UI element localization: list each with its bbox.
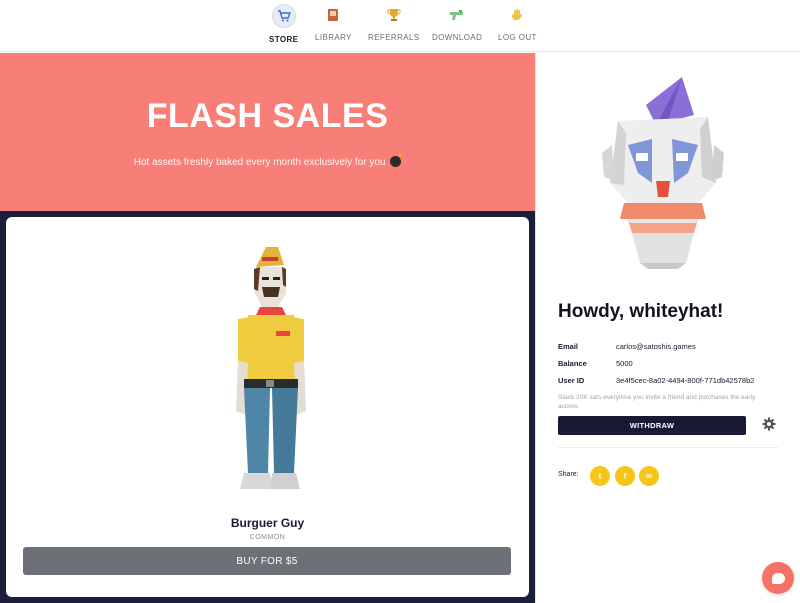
facebook-icon: f xyxy=(623,471,627,481)
nav-store[interactable]: STORE xyxy=(269,4,298,44)
cart-icon xyxy=(271,4,296,28)
nav-library-label: LIBRARY xyxy=(315,33,352,42)
product-name: Burguer Guy xyxy=(230,516,305,530)
nav-store-label: STORE xyxy=(269,35,299,44)
email-label: Email xyxy=(558,342,579,351)
banner-subtitle: Hot assets freshly baked every month exc… xyxy=(133,157,386,168)
nav-logout-label: LOG OUT xyxy=(498,33,537,42)
buy-button[interactable]: BUY FOR $5 xyxy=(23,547,511,575)
trophy-icon xyxy=(383,4,405,26)
balance-row: Balance 5000 xyxy=(558,359,633,368)
user-id-row: User ID 3e4f5cec-8a02-4494-800f-771db4257… xyxy=(558,376,754,385)
wave-hand-icon xyxy=(506,4,528,26)
nav-referrals[interactable]: REFERRALS xyxy=(368,4,420,42)
product-card[interactable]: Burguer Guy COMMON BUY FOR $5 xyxy=(6,217,529,597)
message-share-button[interactable]: ✉ xyxy=(639,466,659,486)
twitter-icon: t xyxy=(598,471,602,481)
top-navigation: STORE LIBRARY REFERRALS DOWNLOAD LOG OUT xyxy=(0,0,800,52)
balance-label: Balance xyxy=(558,359,587,368)
banner-subtitle-line: Hot assets freshly baked every month exc… xyxy=(0,154,535,168)
user-id-label: User ID xyxy=(558,376,585,385)
nav-referrals-label: REFERRALS xyxy=(368,33,420,42)
book-icon xyxy=(322,4,344,26)
page-title: FLASH SALES xyxy=(146,97,389,135)
referral-hint: Stack 20K sats everytime you invite a fr… xyxy=(558,394,756,410)
chat-bubble-icon xyxy=(771,572,785,584)
nav-logout[interactable]: LOG OUT xyxy=(498,4,537,42)
clown-mask-avatar-icon xyxy=(602,77,724,269)
greeting-heading: Howdy, whiteyhat! xyxy=(558,301,724,322)
bomb-icon xyxy=(390,154,403,167)
message-icon: ✉ xyxy=(645,471,653,481)
twitter-share-button[interactable]: t xyxy=(590,466,610,486)
withdraw-button[interactable]: WITHDRAW xyxy=(558,416,746,435)
email-row: Email carlos@satoshis.games xyxy=(558,342,696,351)
facebook-share-button[interactable]: f xyxy=(615,466,635,486)
profile-panel: Howdy, whiteyhat! Email carlos@satoshis.g… xyxy=(535,53,800,603)
nav-download-label: DOWNLOAD xyxy=(432,33,483,42)
gear-icon[interactable] xyxy=(762,417,776,431)
chat-widget-button[interactable] xyxy=(762,562,794,594)
balance-value: 5000 xyxy=(616,359,633,368)
gun-icon xyxy=(446,4,468,26)
nav-download[interactable]: DOWNLOAD xyxy=(432,4,482,42)
product-rarity: COMMON xyxy=(249,534,286,541)
burger-guy-character-icon xyxy=(236,247,306,489)
nav-library[interactable]: LIBRARY xyxy=(315,4,352,42)
share-label: Share: xyxy=(558,471,579,478)
store-panel: FLASH SALES Hot assets freshly baked eve… xyxy=(0,53,535,603)
user-id-value: 3e4f5cec-8a02-4494-800f-771db42578b2 xyxy=(616,376,755,385)
divider xyxy=(558,447,778,448)
flash-sales-banner: FLASH SALES Hot assets freshly baked eve… xyxy=(0,53,535,211)
email-value: carlos@satoshis.games xyxy=(616,342,696,351)
